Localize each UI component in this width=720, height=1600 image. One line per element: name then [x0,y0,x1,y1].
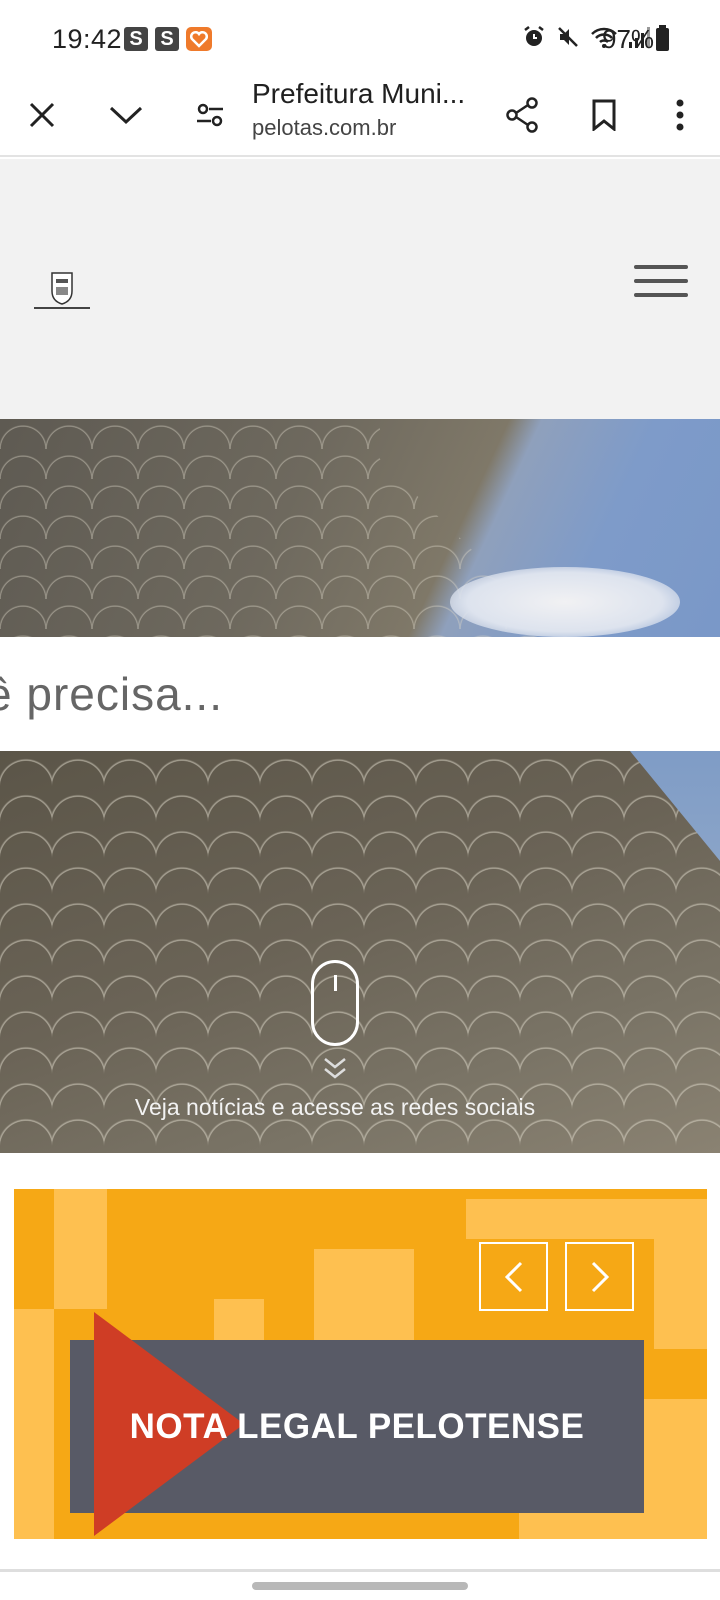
mouse-scroll-icon[interactable] [311,960,359,1046]
chevron-right-icon [591,1261,609,1292]
tune-icon [197,103,223,127]
page-title[interactable]: Prefeitura Muni... [252,78,465,110]
search-placeholder: ê precisa... [0,668,223,720]
chevron-down-icon [109,106,143,125]
screen: 19:42 S S 97% Prefeitura Muni... pelotas… [0,0,720,1600]
menu-button[interactable] [634,265,688,301]
share-button[interactable] [492,85,552,145]
banner-title[interactable]: NOTA LEGAL PELOTENSE [70,1340,644,1513]
site-header [0,159,720,419]
more-vert-icon [676,99,684,131]
battery-icon [656,25,669,51]
notification-badge: S [155,27,179,51]
mute-icon [558,27,578,47]
alarm-icon [524,26,544,46]
bookmark-icon [592,99,616,131]
banner-prev-button[interactable] [479,1242,548,1311]
hero-background [0,751,720,1153]
app-notification-icon [186,27,212,51]
page-url[interactable]: pelotas.com.br [252,115,396,141]
site-settings-button[interactable] [180,85,240,145]
more-options-button[interactable] [650,85,710,145]
close-icon [29,102,55,128]
promo-banner[interactable]: NOTA LEGAL PELOTENSE [14,1189,707,1539]
search-prompt[interactable]: ê precisa... [0,637,720,751]
gesture-bar[interactable] [252,1582,468,1590]
banner-next-button[interactable] [565,1242,634,1311]
notification-badge: S [124,27,148,51]
hero-image [0,419,720,637]
scroll-caption: Veja notícias e acesse as redes sociais [134,1094,536,1120]
city-logo[interactable] [34,271,90,311]
status-bar: 19:42 S S 97% [0,0,720,75]
chevron-left-icon [504,1261,522,1292]
divider [0,1569,720,1572]
battery-percent: 97% [602,24,655,54]
browser-toolbar: Prefeitura Muni... pelotas.com.br [0,75,720,157]
share-icon [506,97,538,133]
scroll-down-icon [324,1058,346,1079]
close-button[interactable] [12,85,72,145]
minimize-button[interactable] [96,85,156,145]
bookmark-button[interactable] [574,85,634,145]
status-time: 19:42 [52,24,123,54]
